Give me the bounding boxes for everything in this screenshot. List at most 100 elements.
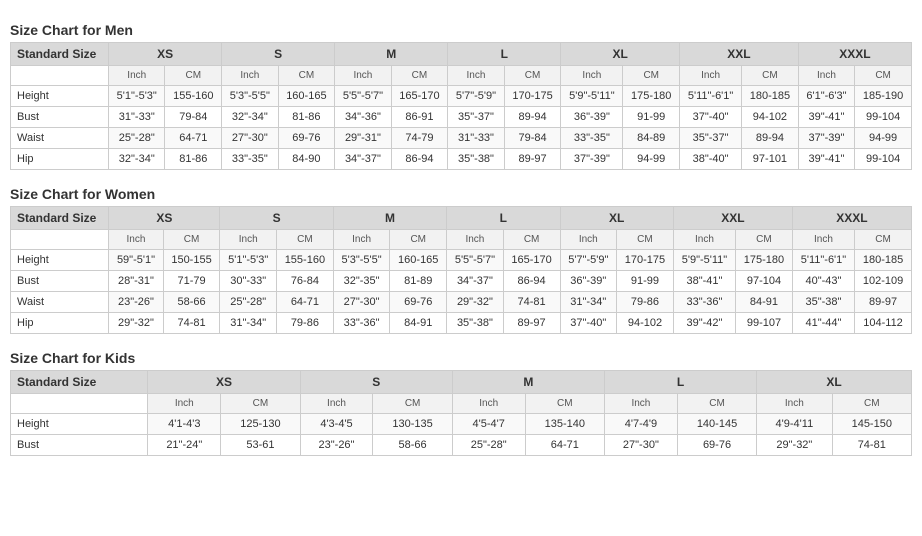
cell: 5'11"-6'1" [680,86,742,107]
cell: 58-66 [373,435,452,456]
cell: 4'1-4'3 [148,414,221,435]
men-section: Size Chart for Men Standard Size XS S M … [10,22,912,170]
table-row: Height59"-5'1"150-1555'1"-5'3"155-1605'3… [11,250,912,271]
women-title: Size Chart for Women [10,186,912,202]
kids-l-cm: CM [677,394,756,414]
cell: 81-86 [278,107,335,128]
kids-xl-cm: CM [832,394,911,414]
row-label: Height [11,414,148,435]
row-label: Waist [11,292,109,313]
women-tbody: Height59"-5'1"150-1555'1"-5'3"155-1605'3… [11,250,912,334]
cell: 5'9"-5'11" [561,86,623,107]
women-xs-inch: Inch [109,230,163,250]
cell: 34"-36" [335,107,391,128]
cell: 32"-34" [109,149,165,170]
cell: 25"-28" [452,435,525,456]
kids-subheader-label [11,394,148,414]
women-s-header: S [220,207,333,230]
row-label: Bust [11,107,109,128]
kids-table: Standard Size XS S M L XL Inch CM Inch C… [10,370,912,456]
cell: 32"-35" [333,271,390,292]
kids-xs-inch: Inch [148,394,221,414]
cell: 155-160 [276,250,333,271]
cell: 5'11"-6'1" [792,250,854,271]
cell: 175-180 [736,250,793,271]
cell: 69-76 [278,128,335,149]
cell: 35"-38" [447,313,504,334]
row-label: Bust [11,271,109,292]
kids-title: Size Chart for Kids [10,350,912,366]
cell: 89-94 [742,128,799,149]
kids-m-inch: Inch [452,394,525,414]
cell: 86-94 [503,271,560,292]
men-xl-header: XL [561,43,680,66]
cell: 94-102 [742,107,799,128]
cell: 130-135 [373,414,452,435]
cell: 81-86 [165,149,222,170]
women-l-header: L [447,207,560,230]
men-m-cm: CM [391,66,448,86]
men-s-header: S [222,43,335,66]
cell: 33"-36" [333,313,390,334]
cell: 69-76 [390,292,447,313]
men-subheader-label [11,66,109,86]
cell: 5'3"-5'5" [222,86,278,107]
cell: 135-140 [525,414,604,435]
kids-header-row: Standard Size XS S M L XL [11,371,912,394]
men-l-inch: Inch [448,66,504,86]
cell: 5'5"-5'7" [447,250,504,271]
cell: 84-89 [623,128,680,149]
cell: 150-155 [163,250,220,271]
women-l-inch: Inch [447,230,504,250]
cell: 31"-33" [109,107,165,128]
row-label: Waist [11,128,109,149]
cell: 29"-32" [109,313,163,334]
table-row: Hip29"-32"74-8131"-34"79-8633"-36"84-913… [11,313,912,334]
men-xxl-cm: CM [742,66,799,86]
cell: 97-104 [736,271,793,292]
women-table: Standard Size XS S M L XL XXL XXXL Inch … [10,206,912,334]
cell: 35"-37" [680,128,742,149]
cell: 99-107 [736,313,793,334]
cell: 170-175 [504,86,561,107]
women-xxl-header: XXL [673,207,792,230]
kids-xs-header: XS [148,371,300,394]
cell: 58-66 [163,292,220,313]
cell: 71-79 [163,271,220,292]
cell: 37"-39" [798,128,854,149]
table-row: Height5'1"-5'3"155-1605'3"-5'5"160-1655'… [11,86,912,107]
women-xxxl-inch: Inch [792,230,854,250]
women-subheader-label [11,230,109,250]
men-table: Standard Size XS S M L XL XXL XXXL Inch … [10,42,912,170]
cell: 33"-36" [673,292,735,313]
cell: 99-104 [855,107,912,128]
cell: 23"-26" [300,435,373,456]
kids-l-inch: Inch [605,394,678,414]
kids-m-cm: CM [525,394,604,414]
women-section: Size Chart for Women Standard Size XS S … [10,186,912,334]
men-l-cm: CM [504,66,561,86]
women-xl-inch: Inch [560,230,617,250]
cell: 91-99 [623,107,680,128]
cell: 94-99 [623,149,680,170]
cell: 170-175 [617,250,674,271]
cell: 145-150 [832,414,911,435]
cell: 33"-35" [561,128,623,149]
women-xxl-inch: Inch [673,230,735,250]
cell: 29"-32" [447,292,504,313]
cell: 185-190 [855,86,912,107]
cell: 5'7"-5'9" [448,86,504,107]
cell: 27"-30" [222,128,278,149]
cell: 74-79 [391,128,448,149]
women-m-header: M [333,207,446,230]
table-row: Bust31"-33"79-8432"-34"81-8634"-36"86-91… [11,107,912,128]
cell: 31"-34" [560,292,617,313]
men-xs-header: XS [109,43,222,66]
cell: 89-94 [504,107,561,128]
women-subheader-row: Inch CM Inch CM Inch CM Inch CM Inch CM … [11,230,912,250]
cell: 31"-34" [220,313,277,334]
cell: 29"-31" [335,128,391,149]
cell: 86-91 [391,107,448,128]
kids-s-cm: CM [373,394,452,414]
cell: 64-71 [165,128,222,149]
